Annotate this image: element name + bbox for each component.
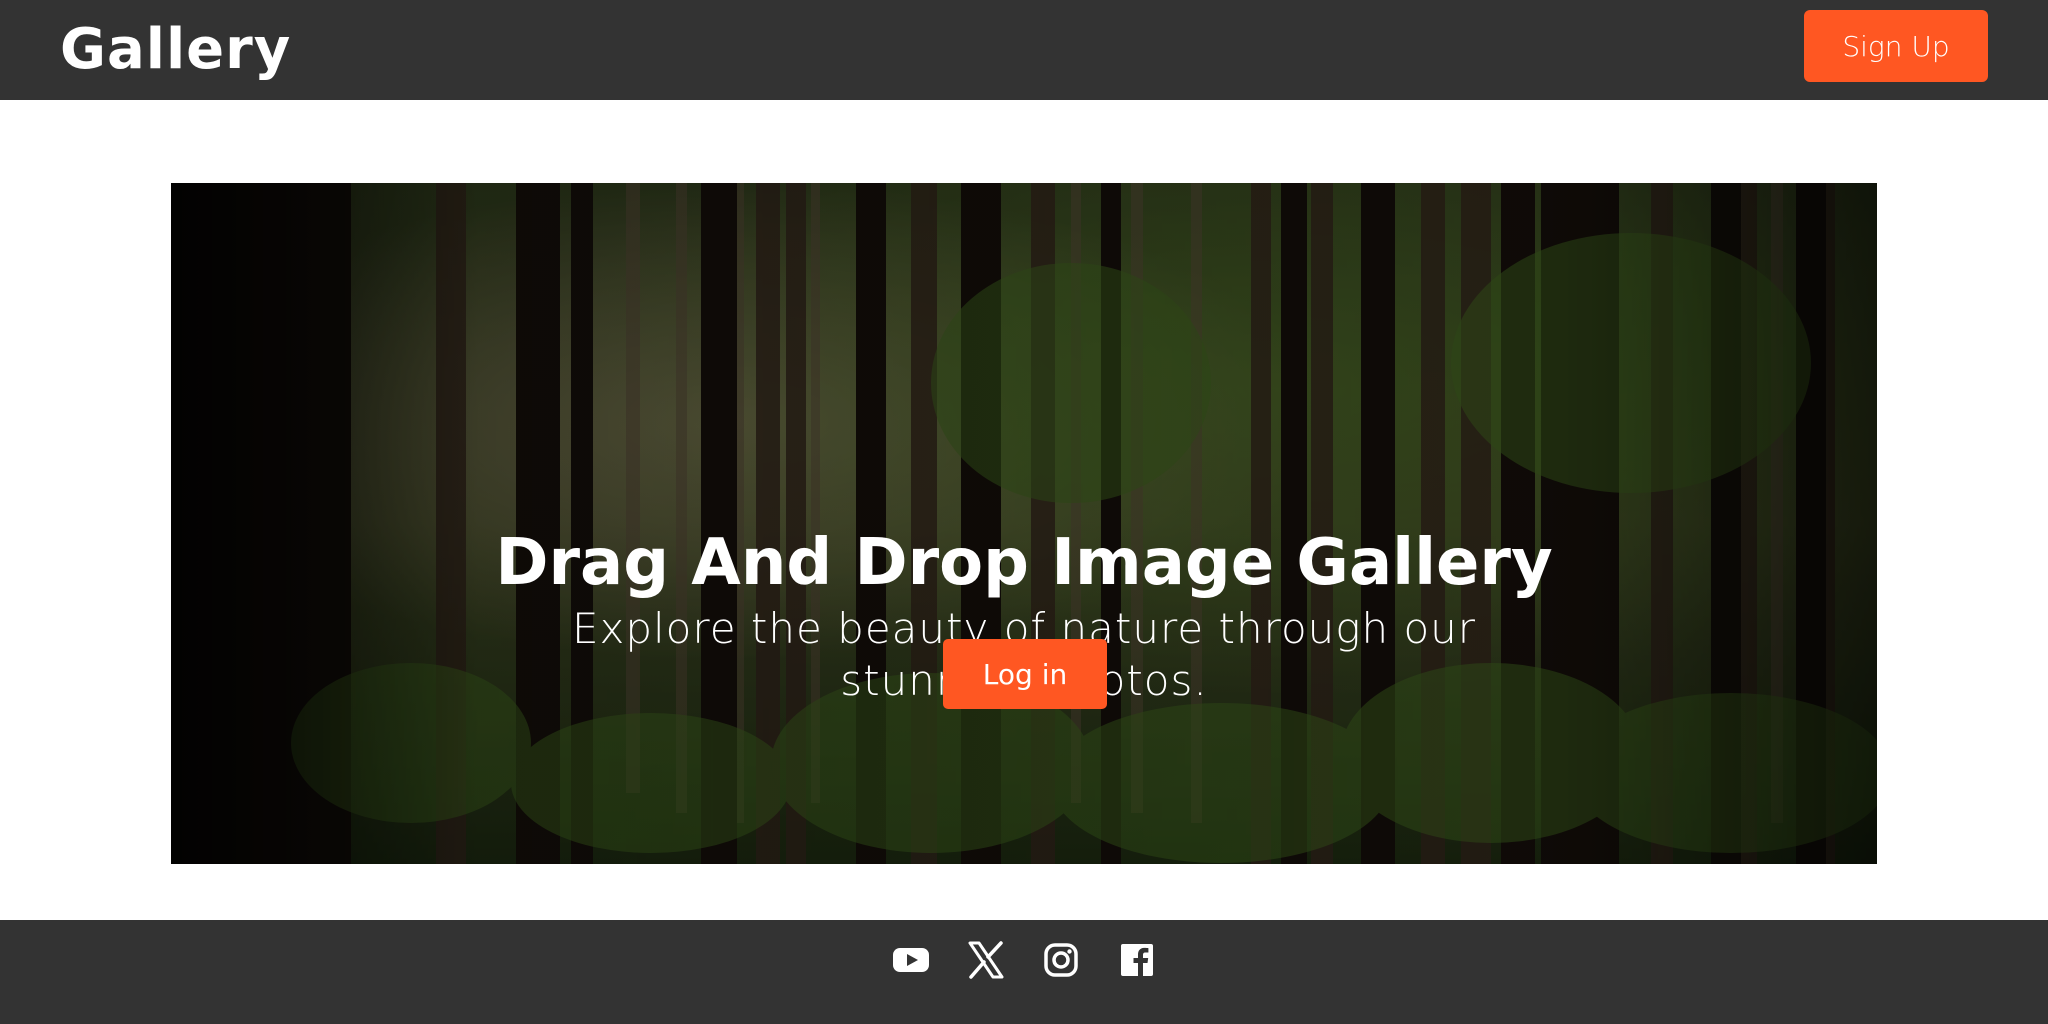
top-navbar: Gallery Sign Up bbox=[0, 0, 2048, 100]
log-in-button[interactable]: Log in bbox=[943, 639, 1107, 709]
main-content: Drag And Drop Image Gallery Explore the … bbox=[0, 100, 2048, 920]
footer bbox=[0, 920, 2048, 1024]
facebook-icon[interactable] bbox=[1117, 940, 1157, 980]
brand-logo[interactable]: Gallery bbox=[60, 14, 291, 86]
x-icon[interactable] bbox=[966, 940, 1006, 980]
instagram-icon[interactable] bbox=[1041, 940, 1081, 980]
hero-title: Drag And Drop Image Gallery bbox=[495, 526, 1553, 600]
youtube-icon[interactable] bbox=[891, 940, 931, 980]
sign-up-button[interactable]: Sign Up bbox=[1804, 10, 1988, 82]
hero-banner: Drag And Drop Image Gallery Explore the … bbox=[171, 183, 1877, 864]
